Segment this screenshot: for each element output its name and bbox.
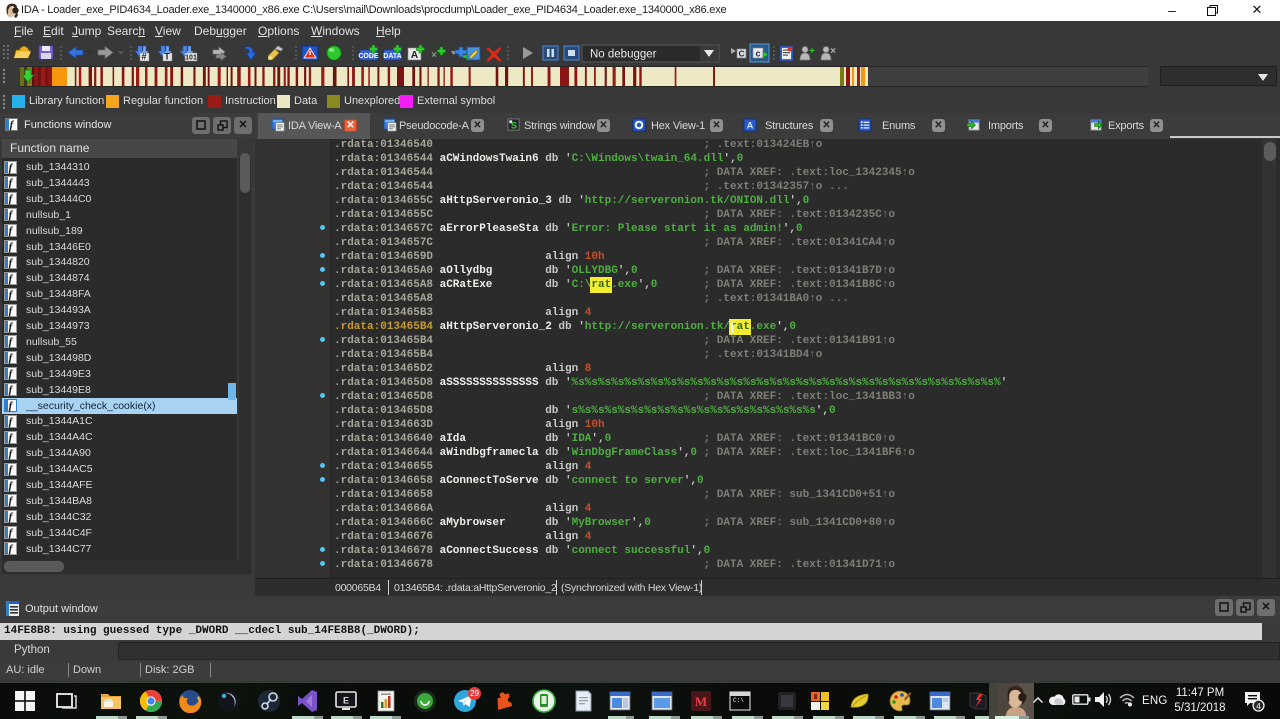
svg-text:E: E: [343, 696, 349, 706]
svg-text:DATA: DATA: [383, 53, 401, 60]
svg-text:101: 101: [185, 55, 197, 62]
svg-text:A: A: [411, 50, 418, 61]
svg-text:T: T: [164, 52, 170, 62]
svg-text:C:\: C:\: [733, 697, 744, 704]
svg-text:No debugger: No debugger: [590, 49, 657, 61]
svg-text:×: ×: [431, 50, 437, 61]
svg-text:#: #: [141, 52, 146, 62]
svg-text:C: C: [739, 50, 745, 59]
svg-text:M: M: [695, 694, 707, 709]
svg-text:×: ×: [830, 46, 836, 57]
svg-text:A: A: [747, 121, 754, 131]
svg-text:4: 4: [1256, 702, 1261, 711]
svg-text:CODE: CODE: [358, 53, 379, 60]
svg-text:c: c: [755, 49, 760, 59]
svg-text:+: +: [809, 46, 815, 57]
